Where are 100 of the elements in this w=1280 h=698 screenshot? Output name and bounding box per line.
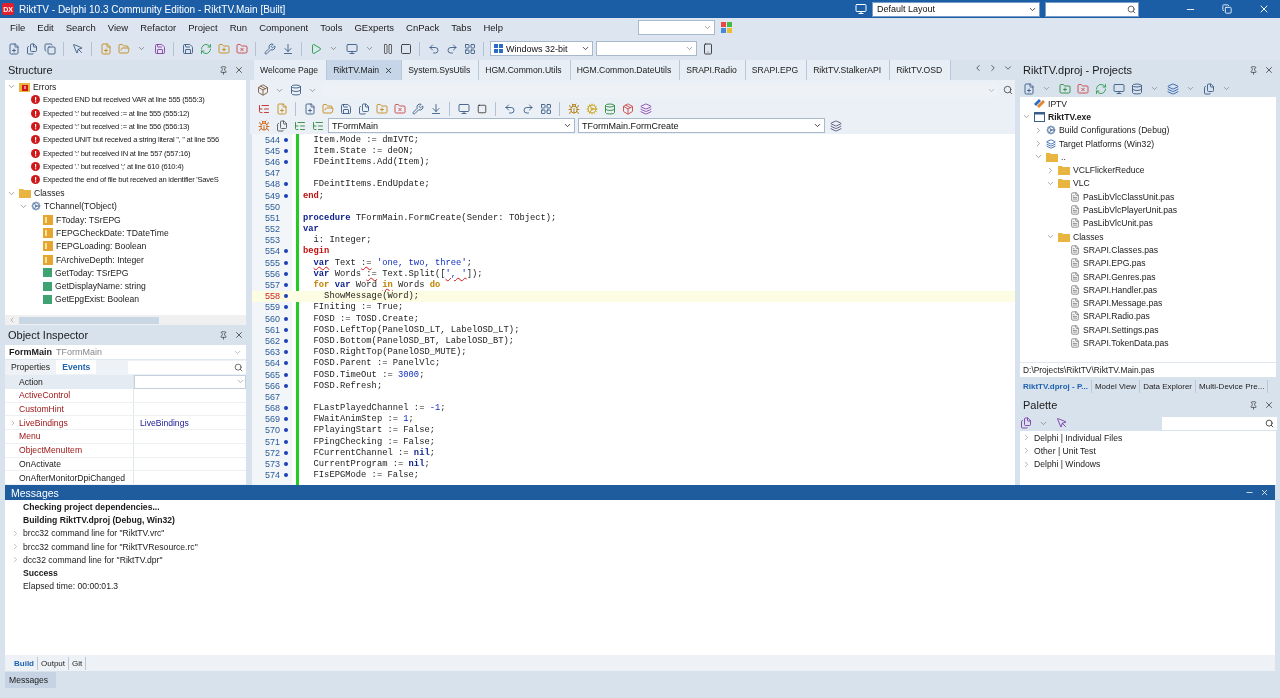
property-name[interactable]: ObjectMenuItem — [5, 443, 133, 457]
wrench-icon[interactable] — [262, 41, 277, 56]
inspector-tab[interactable]: Properties — [5, 360, 57, 375]
database-icon[interactable] — [1129, 81, 1144, 96]
new-file-icon[interactable] — [1021, 81, 1036, 96]
grid-icon[interactable] — [721, 22, 732, 33]
close-icon[interactable] — [1264, 400, 1274, 410]
save-icon[interactable] — [152, 41, 167, 56]
tree-item[interactable]: RiktTV.exe — [1048, 111, 1092, 122]
panel-tab[interactable]: Multi-Device Pre... — [1196, 379, 1269, 393]
tree-item[interactable]: VLC — [1073, 178, 1090, 189]
chevron-icon[interactable] — [1022, 433, 1031, 443]
tree-item[interactable]: FToday: TSrEPG — [56, 214, 121, 225]
scrollbar[interactable] — [5, 315, 246, 325]
chevron-icon[interactable] — [1022, 446, 1031, 456]
menu-item[interactable]: Project — [182, 22, 224, 33]
editor-tab[interactable]: SRAPI.Radio — [680, 60, 746, 80]
search-field[interactable] — [1162, 416, 1277, 430]
files-icon[interactable] — [356, 101, 371, 116]
property-name[interactable]: OnAfterMonitorDpiChanged — [5, 471, 133, 485]
pointer-icon[interactable] — [70, 41, 85, 56]
pin-icon[interactable] — [1249, 65, 1258, 75]
monitor-icon[interactable] — [855, 3, 867, 15]
menu-item[interactable]: View — [101, 22, 135, 33]
tree-item[interactable]: FEPGCheckDate: TDateTime — [56, 227, 169, 238]
bug-icon[interactable] — [566, 101, 581, 116]
property-name[interactable]: OnActivate — [5, 457, 133, 471]
palette-category[interactable]: Delphi | Individual Files — [1034, 432, 1123, 443]
new-file-icon[interactable] — [302, 101, 317, 116]
tree-item[interactable]: Classes — [34, 188, 65, 198]
tree-item[interactable]: SRAPI.Classes.pas — [1083, 244, 1158, 255]
pin-icon[interactable] — [219, 65, 228, 75]
close-icon[interactable] — [1264, 65, 1274, 75]
package-icon[interactable] — [620, 101, 635, 116]
layers-icon[interactable] — [1165, 81, 1180, 96]
editor-tab[interactable]: SRAPI.EPG — [745, 60, 808, 80]
editor-tab[interactable]: System.SysUtils — [402, 60, 480, 80]
menu-item[interactable]: CnPack — [400, 22, 446, 33]
folder-add-icon[interactable] — [374, 101, 389, 116]
property-value[interactable]: LiveBindings — [140, 417, 189, 428]
folder-remove-icon[interactable] — [234, 41, 249, 56]
tree-item[interactable]: .. — [1061, 151, 1066, 162]
palette-category[interactable]: Delphi | Windows — [1034, 459, 1101, 470]
refresh-icon[interactable] — [198, 41, 213, 56]
menu-item[interactable]: Search — [59, 22, 102, 33]
chevron-icon[interactable] — [1046, 165, 1055, 175]
editor-tab[interactable]: RiktTV.OSD — [890, 60, 952, 80]
folder-icon[interactable] — [116, 41, 131, 56]
step-into-icon[interactable] — [520, 101, 535, 116]
tree-item[interactable]: SRAPI.EPG.pas — [1083, 258, 1146, 269]
scroll-left-icon[interactable] — [8, 316, 16, 324]
step-over-icon[interactable] — [426, 41, 441, 56]
menu-item[interactable]: Edit — [31, 22, 60, 33]
class-dropdown[interactable]: TFormMain — [328, 118, 575, 133]
tree-item[interactable]: FEPGLoading: Boolean — [56, 241, 147, 252]
menu-item[interactable]: Tabs — [445, 22, 478, 33]
tree-item[interactable]: Classes — [1073, 231, 1104, 242]
chevron-icon[interactable] — [1034, 125, 1043, 135]
pin-icon[interactable] — [1249, 400, 1258, 410]
grid-icon[interactable] — [538, 101, 553, 116]
editor-tab[interactable]: HGM.Common.DateUtils — [570, 60, 681, 80]
close-icon[interactable] — [234, 330, 244, 340]
tree-item[interactable]: Errors — [33, 81, 57, 92]
tree-item[interactable]: Build Configurations (Debug) — [1059, 125, 1170, 136]
inspector-tab[interactable]: Events — [56, 360, 97, 375]
tree-item[interactable]: PasLibVlcUnit.pas — [1083, 218, 1153, 229]
folder-icon[interactable] — [320, 101, 335, 116]
save-icon[interactable] — [180, 41, 195, 56]
monitor-icon[interactable] — [344, 41, 359, 56]
editor-tab[interactable]: RiktTV.StalkerAPI — [807, 60, 891, 80]
editor-tab[interactable]: HGM.Common.Utils — [479, 60, 571, 80]
chevron-icon[interactable] — [9, 418, 17, 427]
tree-item[interactable]: GetToday: TSrEPG — [55, 267, 129, 278]
tree-item[interactable]: GetDisplayName: string — [55, 281, 146, 292]
chevron-icon[interactable] — [1034, 139, 1043, 149]
tree-item[interactable]: SRAPI.Genres.pas — [1083, 271, 1156, 282]
view-tab[interactable]: Output — [38, 656, 69, 670]
menu-item[interactable]: File — [4, 22, 32, 33]
layout-dropdown[interactable]: Default Layout — [872, 1, 1040, 17]
layers-icon[interactable] — [828, 118, 843, 133]
copy-icon[interactable] — [42, 41, 57, 56]
property-name[interactable]: Menu — [5, 430, 133, 443]
tree-item[interactable]: SRAPI.Message.pas — [1083, 298, 1163, 309]
property-name[interactable]: ActiveControl — [5, 388, 133, 402]
monitor-icon[interactable] — [1111, 81, 1126, 96]
tree-item[interactable]: Target Platforms (Win32) — [1059, 138, 1155, 149]
tree-item[interactable]: SRAPI.TokenData.pas — [1083, 338, 1169, 348]
step-over-icon[interactable] — [502, 101, 517, 116]
tree-item[interactable]: SRAPI.Handler.pas — [1083, 284, 1158, 295]
tree-item[interactable]: SRAPI.Radio.pas — [1083, 311, 1150, 322]
database-icon[interactable] — [289, 82, 303, 98]
view-tab[interactable]: Build — [11, 656, 38, 670]
platform-dropdown[interactable]: Windows 32-bit — [490, 41, 593, 56]
tree-item[interactable]: TChannel(TObject) — [44, 201, 117, 212]
folder-add-icon[interactable] — [216, 41, 231, 56]
search-field[interactable] — [1045, 1, 1139, 17]
pin-icon[interactable] — [219, 330, 228, 340]
editor-tab[interactable]: RiktTV.Main — [327, 60, 403, 80]
bug-icon[interactable] — [256, 118, 271, 133]
close-icon[interactable] — [1260, 488, 1269, 497]
